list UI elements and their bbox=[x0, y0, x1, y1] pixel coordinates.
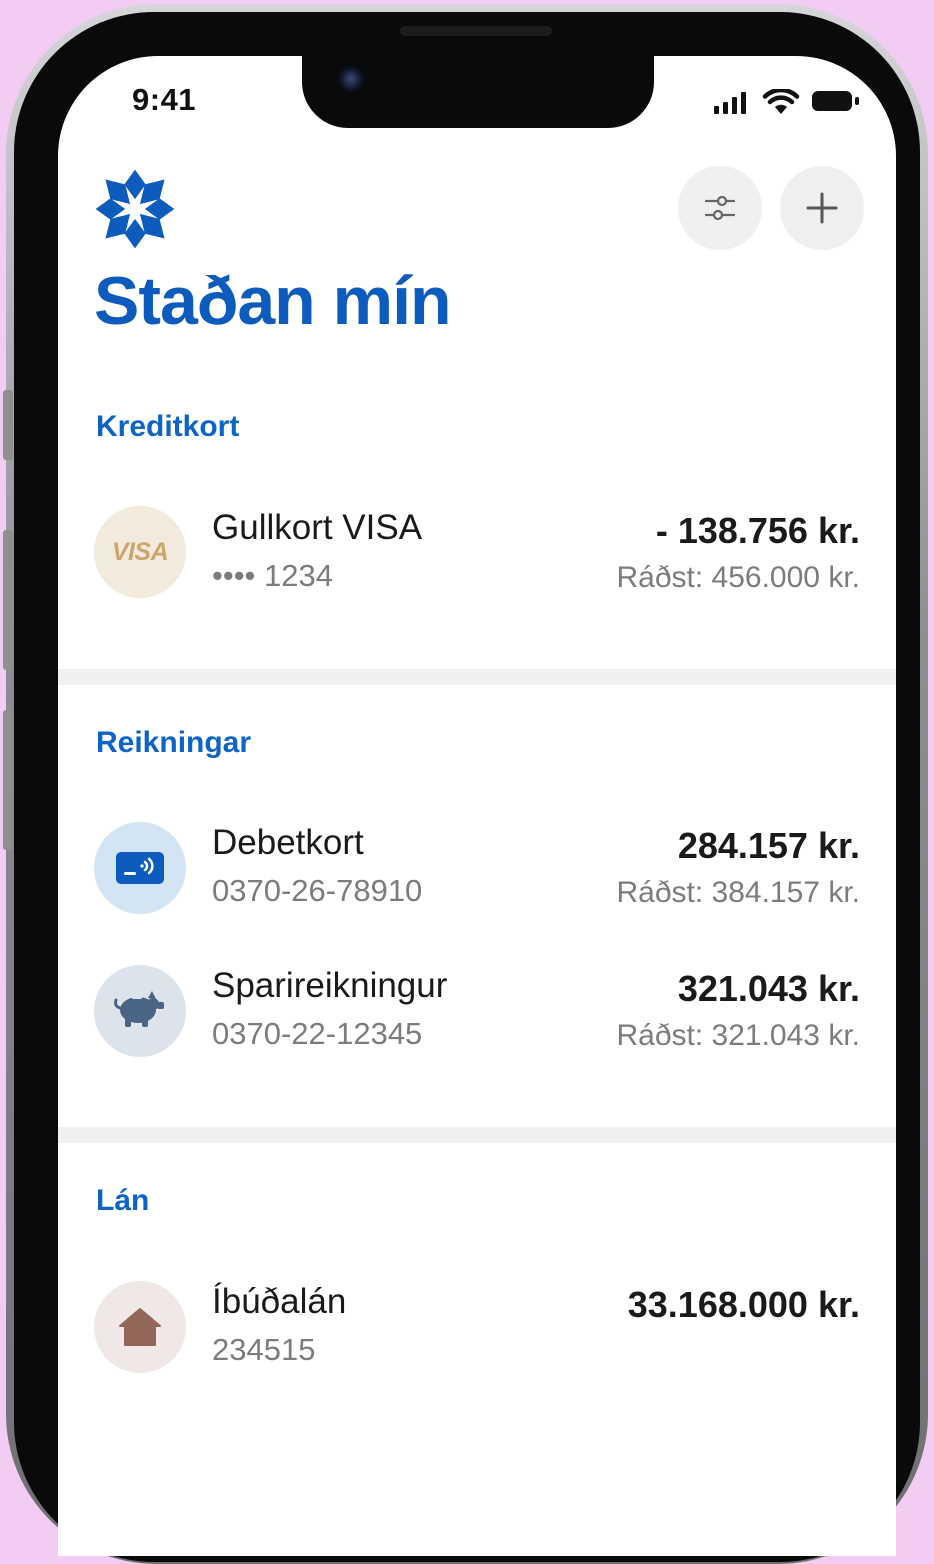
item-amount: 33.168.000 kr. bbox=[627, 1284, 860, 1325]
contactless-card-icon bbox=[94, 822, 186, 914]
item-name: Sparireikningur bbox=[212, 966, 448, 1005]
section-divider bbox=[58, 669, 896, 685]
item-amount: 284.157 kr. bbox=[677, 825, 860, 866]
earpiece-speaker bbox=[400, 26, 552, 36]
filter-button[interactable] bbox=[678, 166, 762, 250]
item-limit: Ráðst: 384.157 kr. bbox=[616, 876, 861, 909]
mute-switch bbox=[3, 390, 13, 460]
item-number: 0370-26-78910 bbox=[212, 873, 423, 908]
sliders-icon bbox=[704, 195, 736, 221]
house-icon bbox=[94, 1281, 186, 1373]
item-amount: - 138.756 kr. bbox=[655, 510, 860, 551]
volume-down-button bbox=[3, 710, 13, 850]
battery-tip bbox=[855, 97, 859, 105]
front-camera bbox=[338, 66, 364, 92]
item-number: 0370-22-12345 bbox=[212, 1016, 423, 1051]
bank-logo-icon bbox=[95, 169, 175, 249]
item-number: 234515 bbox=[212, 1332, 316, 1367]
cellular-signal-icon bbox=[712, 88, 754, 116]
item-name: Íbúðalán bbox=[212, 1282, 347, 1321]
page-title: Staðan mín bbox=[94, 263, 451, 339]
status-time: 9:41 bbox=[132, 82, 197, 117]
item-limit: Ráðst: 321.043 kr. bbox=[616, 1019, 861, 1052]
piggy-bank-icon bbox=[94, 965, 186, 1057]
item-name: Debetkort bbox=[212, 823, 364, 862]
battery-icon bbox=[812, 91, 852, 111]
wifi-icon bbox=[762, 89, 800, 114]
section-title-accounts: Reikningar bbox=[96, 726, 252, 759]
item-limit: Ráðst: 456.000 kr. bbox=[616, 561, 861, 594]
section-divider bbox=[58, 1127, 896, 1143]
status-icons bbox=[712, 88, 862, 118]
section-title-credit-cards: Kreditkort bbox=[96, 410, 240, 443]
add-button[interactable] bbox=[780, 166, 864, 250]
visa-icon-label: VISA bbox=[111, 537, 169, 566]
item-name: Gullkort VISA bbox=[212, 508, 423, 547]
volume-up-button bbox=[3, 530, 13, 670]
item-number: •••• 1234 bbox=[212, 558, 333, 593]
section-title-loans: Lán bbox=[96, 1184, 150, 1217]
item-amount: 321.043 kr. bbox=[677, 968, 860, 1009]
plus-icon bbox=[806, 192, 838, 224]
visa-icon: VISA bbox=[94, 506, 186, 598]
